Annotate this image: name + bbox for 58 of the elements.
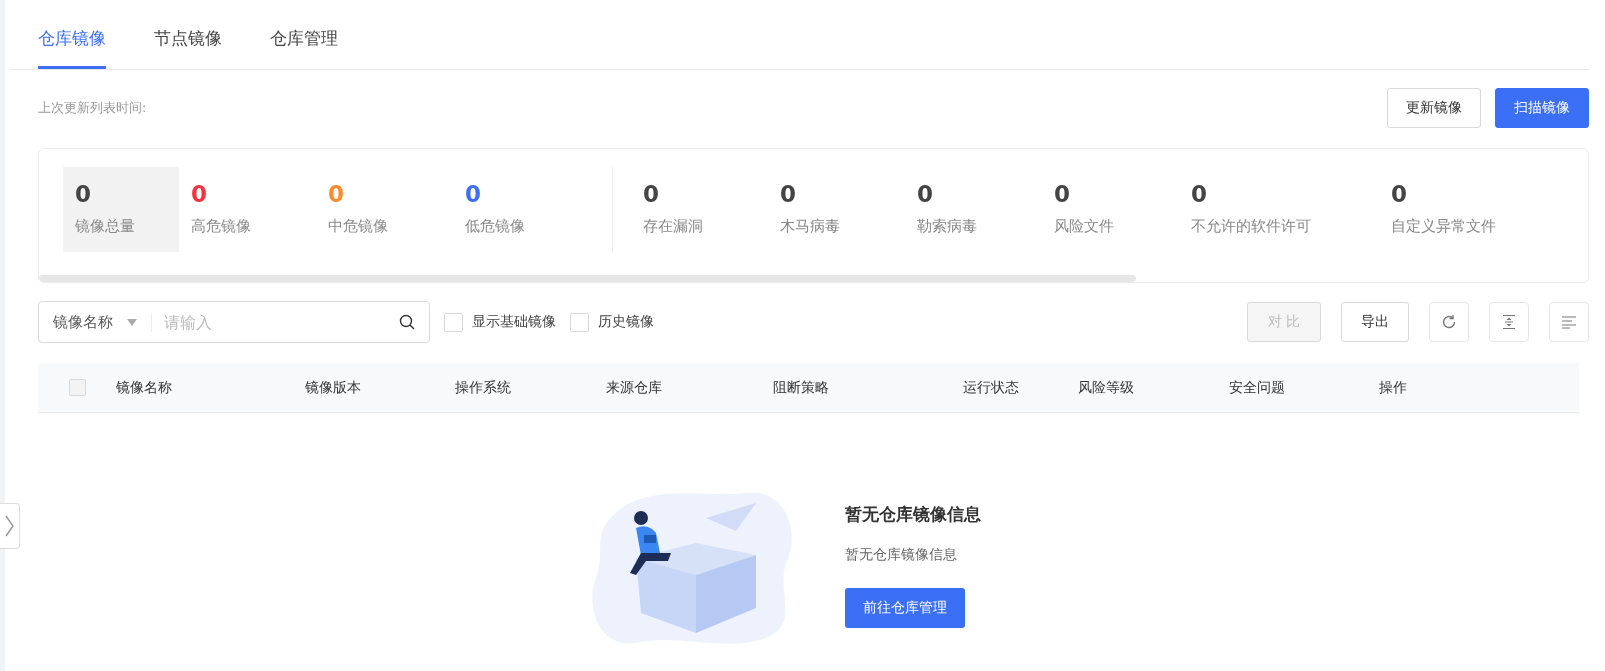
- update-button[interactable]: 更新镜像: [1387, 88, 1481, 128]
- stat-value: 0: [643, 181, 660, 207]
- column-header: 镜像名称: [116, 378, 173, 397]
- stat-label: 木马病毒: [780, 217, 841, 236]
- stat-value: 0: [328, 181, 345, 207]
- search-field[interactable]: 镜像名称 请输入: [38, 301, 430, 343]
- select-all-checkbox[interactable]: [68, 379, 86, 396]
- align-left-icon: [1561, 315, 1577, 329]
- refresh-icon: [1441, 314, 1457, 330]
- filter-dropdown[interactable]: 镜像名称: [53, 312, 152, 332]
- tab[interactable]: 仓库管理: [270, 27, 338, 69]
- empty-description: 暂无仓库镜像信息: [845, 546, 957, 564]
- stat-value: 0: [75, 181, 92, 207]
- stat-value: 0: [191, 181, 208, 207]
- checkbox-label: 历史镜像: [598, 313, 654, 331]
- go-to-repository-button[interactable]: 前往仓库管理: [845, 588, 965, 628]
- checkbox[interactable]: [570, 312, 589, 332]
- export-button[interactable]: 导出: [1341, 302, 1409, 342]
- column-header: 运行状态: [963, 378, 1020, 397]
- scan-button[interactable]: 扫描镜像: [1495, 88, 1589, 128]
- tab[interactable]: 仓库镜像: [38, 27, 106, 69]
- caret-icon: [127, 318, 137, 326]
- scrollbar[interactable]: [39, 275, 1136, 282]
- stat-label: 不允许的软件许可: [1191, 217, 1312, 236]
- stat-value: 0: [780, 181, 797, 207]
- stat-label: 存在漏洞: [643, 217, 704, 236]
- empty-title: 暂无仓库镜像信息: [845, 503, 981, 526]
- stat-label: 勒索病毒: [917, 217, 978, 236]
- column-header: 阻断策略: [773, 378, 830, 397]
- expand-handle[interactable]: [0, 503, 20, 549]
- column-header: 风险等级: [1078, 378, 1135, 397]
- last-update-label: 上次更新列表时间:: [38, 99, 147, 117]
- stat-item[interactable]: 0 镜像总量: [63, 167, 179, 252]
- stat-label: 低危镜像: [465, 217, 526, 236]
- checkbox-label: 显示基础镜像: [472, 313, 556, 331]
- stat-value: 0: [1054, 181, 1071, 207]
- column-header: 来源仓库: [606, 378, 663, 397]
- checkbox[interactable]: [444, 312, 463, 332]
- column-header: 镜像版本: [305, 378, 362, 397]
- row-height-button[interactable]: [1489, 302, 1529, 342]
- columns-button[interactable]: [1549, 302, 1589, 342]
- column-header: 操作: [1379, 378, 1408, 397]
- stat-value: 0: [1191, 181, 1208, 207]
- stat-label: 风险文件: [1054, 217, 1115, 236]
- stat-label: 中危镜像: [328, 217, 389, 236]
- stat-label: 自定义异常文件: [1391, 217, 1497, 236]
- stat-value: 0: [1391, 181, 1408, 207]
- stat-label: 镜像总量: [75, 217, 136, 236]
- search-icon[interactable]: [399, 314, 415, 330]
- stat-value: 0: [917, 181, 934, 207]
- column-header: 操作系统: [455, 378, 512, 397]
- stat-value: 0: [465, 181, 482, 207]
- row-height-icon: [1501, 314, 1517, 330]
- tab[interactable]: 节点镜像: [154, 27, 222, 69]
- chevron-right-icon: [5, 515, 14, 537]
- column-header: 安全问题: [1229, 378, 1286, 397]
- stat-label: 高危镜像: [191, 217, 252, 236]
- refresh-button[interactable]: [1429, 302, 1469, 342]
